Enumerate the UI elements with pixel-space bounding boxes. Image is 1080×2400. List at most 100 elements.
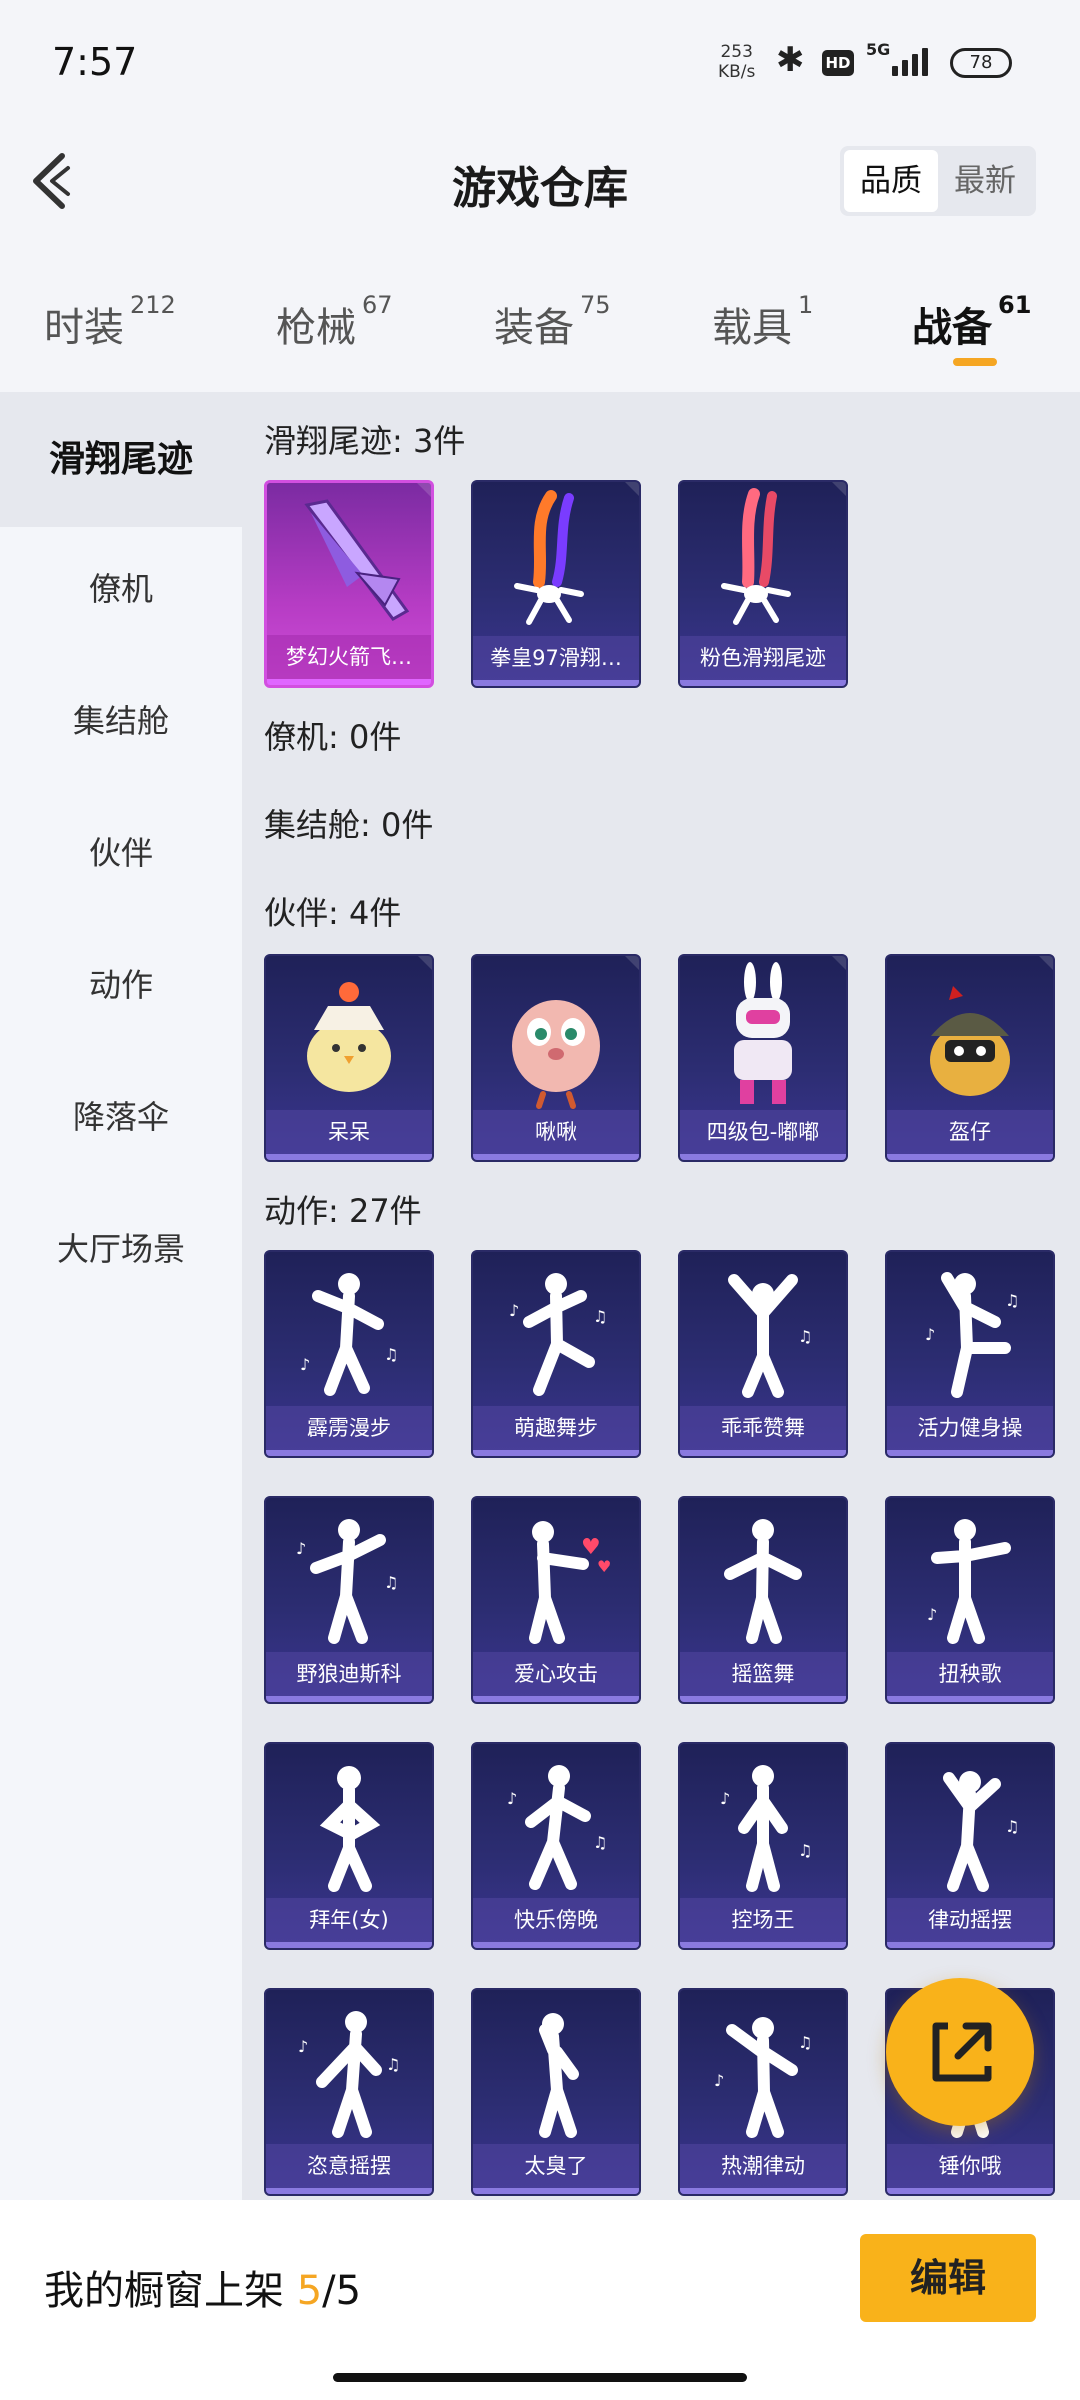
shelf-total: 5 [335,2268,362,2314]
helmet-chick-partner-icon [930,986,1010,1096]
item-card[interactable]: 拳皇97滑翔… [471,480,641,688]
sort-newest-button[interactable]: 最新 [938,150,1032,212]
active-tab-indicator [953,358,997,366]
tab-equipment[interactable]: 装备 75 [494,291,611,353]
card-corner [625,482,639,496]
dancer-icon: ♪♫ [296,1519,398,1644]
item-card[interactable]: ♪ ♫ 恣意摇摆 [264,1988,434,2196]
game-warehouse-screen: 7:57 253 KB/s ✱ HD 5G 78 游戏仓库 品质 最新 时装 21… [0,0,1080,2400]
tab-battle-prep[interactable]: 战备 61 [912,291,1031,353]
item-card[interactable]: ♫ 律动摇摆 [885,1742,1055,1950]
sidebar-item-partner[interactable]: 伙伴 [0,788,242,918]
sidebar-item-capsule[interactable]: 集结舱 [0,656,242,786]
rarity-bar [887,1696,1053,1702]
rarity-bar [680,1696,846,1702]
svg-text:♫: ♫ [593,1307,607,1326]
item-card[interactable]: ♪ ♫ 活力健身操 [885,1250,1055,1458]
item-card[interactable]: ♥ ♥ 爱心攻击 [471,1496,641,1704]
item-label: 热潮律动 [680,2144,846,2188]
rarity-bar [887,1450,1053,1456]
item-card[interactable]: 太臭了 [471,1988,641,2196]
svg-text:♪: ♪ [927,1605,937,1624]
dancer-icon: ♪♫ [714,2017,812,2138]
rarity-bar [680,1450,846,1456]
rarity-bar [267,679,431,685]
item-card[interactable]: ♪ ♫ 野狼迪斯科 [264,1496,434,1704]
dancer-icon: ♪♫ [298,2011,400,2138]
item-card[interactable]: 盔仔 [885,954,1055,1162]
item-label: 控场王 [680,1898,846,1942]
item-card[interactable]: 呆呆 [264,954,434,1162]
network-label: 5G [866,40,891,59]
section-title-emote: 动作: 27件 [264,1192,422,1230]
sidebar: 滑翔尾迹 僚机 集结舱 伙伴 动作 降落伞 大厅场景 [0,392,242,2200]
item-card[interactable]: 啾啾 [471,954,641,1162]
bottom-bar: 我的橱窗上架 5/5 编辑 [0,2200,1080,2400]
sidebar-item-wingman[interactable]: 僚机 [0,524,242,654]
svg-text:♪: ♪ [925,1325,935,1344]
item-grid: 滑翔尾迹: 3件 梦幻火箭飞… 拳皇97滑翔… 粉色滑翔尾迹 僚机: 0件 集结… [242,392,1080,2200]
rarity-bar [473,1942,639,1948]
rarity-bar [473,1154,639,1160]
dancer-icon [319,1766,381,1892]
svg-text:♪: ♪ [720,1789,730,1808]
item-label: 拳皇97滑翔… [473,636,639,680]
svg-text:♫: ♫ [798,2033,812,2052]
card-corner [832,956,846,970]
item-card[interactable]: 粉色滑翔尾迹 [678,480,848,688]
sidebar-item-parachute[interactable]: 降落伞 [0,1052,242,1182]
item-label: 太臭了 [473,2144,639,2188]
item-label: 扭秧歌 [887,1652,1053,1696]
svg-text:♫: ♫ [1005,1291,1019,1310]
category-tabs: 时装 212 枪械 67 装备 75 载具 1 战备 61 [0,285,1080,390]
svg-text:♥: ♥ [597,1557,611,1576]
rarity-bar [680,680,846,686]
sidebar-item-emote[interactable]: 动作 [0,920,242,1050]
item-card[interactable]: ♪ ♫ 热潮律动 [678,1988,848,2196]
item-label: 拜年(女) [266,1898,432,1942]
item-card[interactable]: ♪ ♫ 萌趣舞步 [471,1250,641,1458]
card-corner [625,956,639,970]
rarity-bar [473,1696,639,1702]
rocket-glider-icon [304,499,410,621]
section-title-glide: 滑翔尾迹: 3件 [264,422,466,460]
item-label: 霹雳漫步 [266,1406,432,1450]
svg-text:♪: ♪ [507,1789,517,1808]
sidebar-item-lobby-scene[interactable]: 大厅场景 [0,1184,242,1314]
rarity-bar [473,1450,639,1456]
item-card[interactable]: 摇篮舞 [678,1496,848,1704]
item-card[interactable]: 拜年(女) [264,1742,434,1950]
svg-text:♫: ♫ [384,1573,398,1592]
sort-toggle: 品质 最新 [840,146,1036,216]
battery-icon: 78 [950,48,1012,78]
item-card[interactable]: ♪ ♫ 控场王 [678,1742,848,1950]
item-card[interactable]: 四级包-嘟嘟 [678,954,848,1162]
svg-text:♫: ♫ [1005,1817,1019,1836]
svg-text:♪: ♪ [298,2037,308,2056]
net-speed: 253 KB/s [718,42,756,82]
rarity-bar [680,1154,846,1160]
edit-button[interactable]: 编辑 [860,2234,1036,2322]
rarity-bar [473,2188,639,2194]
share-button[interactable] [886,1978,1034,2126]
dancer-icon: ♪♫ [925,1272,1019,1398]
item-label: 律动摇摆 [887,1898,1053,1942]
item-label: 野狼迪斯科 [266,1652,432,1696]
sidebar-item-glide-trail[interactable]: 滑翔尾迹 [0,392,242,527]
rarity-bar [266,1942,432,1948]
tab-guns[interactable]: 枪械 67 [276,291,393,353]
sort-quality-button[interactable]: 品质 [844,150,938,212]
dancer-icon: ♪♫ [720,1765,812,1892]
item-label: 四级包-嘟嘟 [680,1110,846,1154]
home-indicator[interactable] [333,2373,747,2382]
item-card[interactable]: ♫ 乖乖赞舞 [678,1250,848,1458]
bird-partner-icon [512,1000,600,1109]
section-title-wingman: 僚机: 0件 [264,718,402,756]
tab-vehicles[interactable]: 载具 1 [712,291,813,353]
item-card[interactable]: 梦幻火箭飞… [264,480,434,688]
shelf-status: 我的橱窗上架 5/5 [44,2268,362,2314]
item-card[interactable]: ♪ 扭秧歌 [885,1496,1055,1704]
item-card[interactable]: ♪ ♫ 霹雳漫步 [264,1250,434,1458]
tab-fashion[interactable]: 时装 212 [44,291,176,353]
item-card[interactable]: ♪ ♫ 快乐傍晚 [471,1742,641,1950]
